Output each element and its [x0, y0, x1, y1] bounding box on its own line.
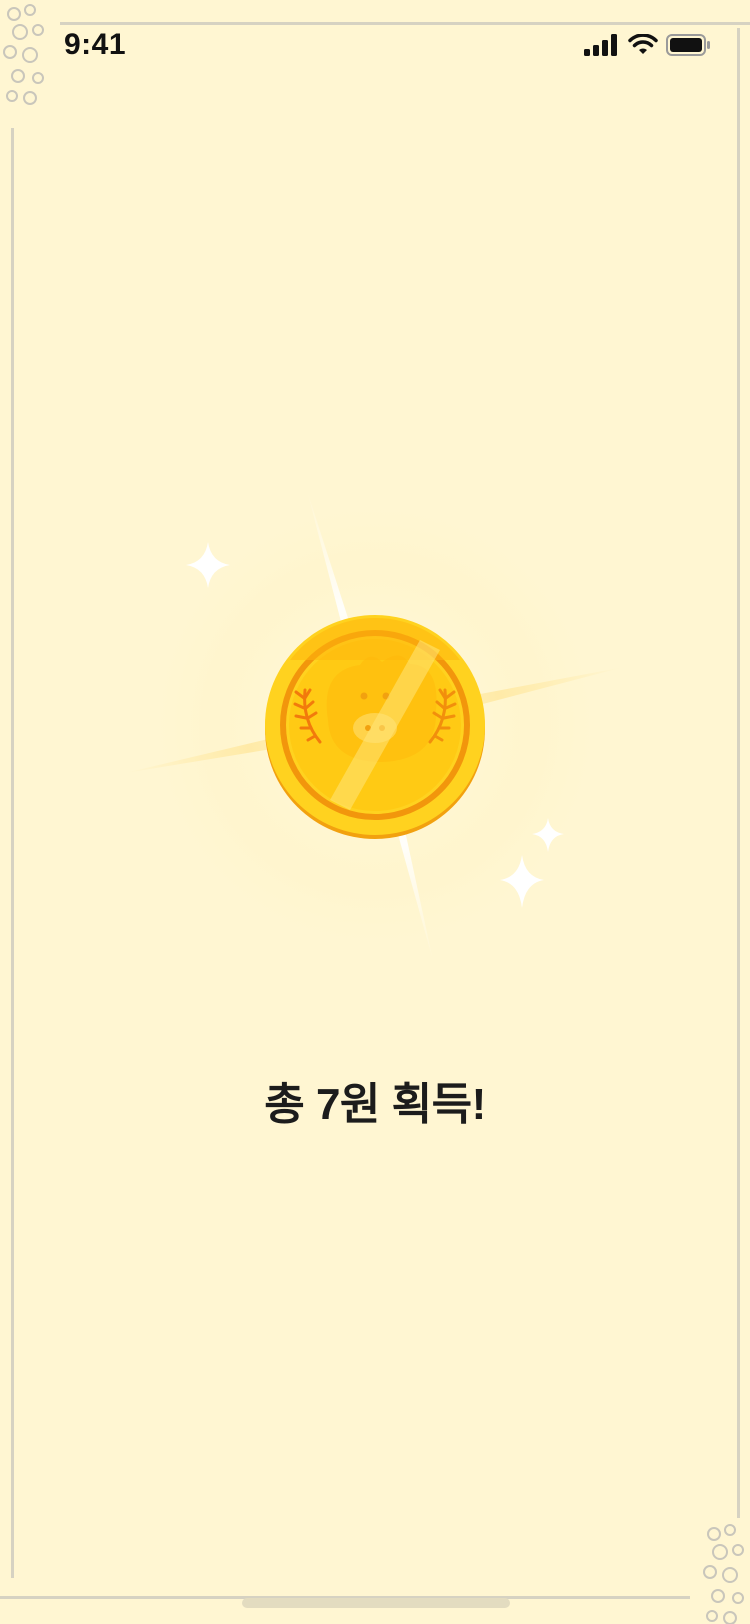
home-indicator[interactable] [242, 1598, 510, 1608]
reward-screen: 9:41 총 7원 획득! [0, 0, 750, 1624]
status-bar: 9:41 [0, 0, 750, 90]
wifi-icon [628, 34, 658, 54]
frame-right-line [737, 28, 740, 1518]
status-icons [584, 32, 712, 58]
coin-illustration [120, 470, 630, 980]
coin-graphic [124, 485, 624, 965]
frame-left-line [11, 128, 14, 1578]
signal-icon [584, 34, 617, 56]
corner-pattern-decoration [703, 1524, 744, 1624]
status-time: 9:41 [64, 28, 127, 61]
reward-message: 총 7원 획득! [264, 1080, 486, 1129]
battery-icon [666, 34, 710, 56]
